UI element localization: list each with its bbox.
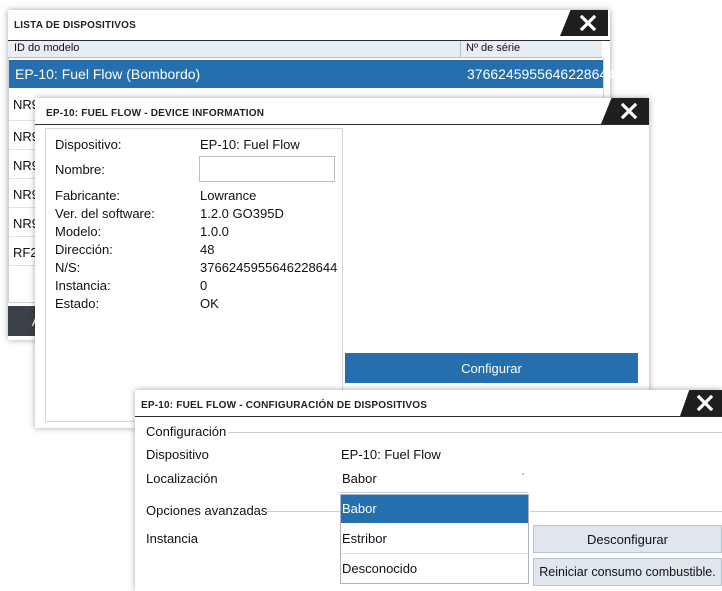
software-label: Ver. del software: bbox=[55, 206, 155, 221]
configure-button[interactable]: Configurar bbox=[345, 353, 638, 383]
device-list-close-button[interactable] bbox=[560, 10, 608, 36]
software-value: 1.2.0 GO395D bbox=[200, 206, 284, 221]
dropdown-option-babor[interactable]: Babor bbox=[341, 495, 528, 523]
unconfigure-button-label: Desconfigurar bbox=[587, 531, 668, 547]
table-row[interactable]: EP-10: Fuel Flow (Bombordo) 376624595564… bbox=[9, 60, 615, 88]
location-select-value: Babor bbox=[342, 471, 377, 486]
instance-value: 0 bbox=[200, 278, 208, 293]
column-header-model[interactable]: ID do modelo bbox=[14, 42, 79, 54]
model-value: 1.0.0 bbox=[200, 224, 229, 239]
close-icon bbox=[697, 395, 713, 411]
address-value: 48 bbox=[200, 242, 215, 257]
column-header-serial[interactable]: Nº de série bbox=[466, 42, 520, 54]
address-label: Dirección: bbox=[55, 242, 113, 257]
device-list-title: LISTA DE DISPOSITIVOS bbox=[14, 20, 136, 31]
name-label: Nombre: bbox=[55, 162, 105, 177]
device-info-title: EP-10: FUEL FLOW - DEVICE INFORMATION bbox=[46, 108, 265, 119]
row-model: EP-10: Fuel Flow (Bombordo) bbox=[15, 66, 201, 82]
config-device-label: Dispositivo bbox=[146, 447, 209, 462]
configure-button-label: Configurar bbox=[461, 360, 522, 376]
name-input[interactable] bbox=[199, 156, 335, 182]
instance-label-config: Instancia bbox=[146, 531, 199, 546]
instance-label: Instancia: bbox=[55, 278, 111, 293]
serial-value: 3766245955646228644 bbox=[200, 260, 338, 275]
device-info-close-button[interactable] bbox=[601, 98, 649, 124]
status-value: OK bbox=[200, 296, 219, 311]
reset-fuel-button-label: Reiniciar consumo combustible. bbox=[539, 565, 716, 579]
status-label: Estado: bbox=[55, 296, 100, 311]
close-icon bbox=[580, 15, 596, 31]
unconfigure-button[interactable]: Desconfigurar bbox=[533, 525, 722, 553]
location-dropdown-list: Babor Estribor Desconocido bbox=[340, 494, 529, 584]
dropdown-option-desconocido[interactable]: Desconocido bbox=[341, 554, 528, 583]
serial-label: N/S: bbox=[55, 260, 81, 275]
location-select[interactable]: Babor · bbox=[340, 464, 528, 493]
close-icon bbox=[621, 103, 637, 119]
device-label: Dispositivo: bbox=[55, 137, 122, 152]
device-value: EP-10: Fuel Flow bbox=[200, 137, 300, 152]
reset-fuel-button[interactable]: Reiniciar consumo combustible. bbox=[533, 558, 722, 586]
device-info-dialog: EP-10: FUEL FLOW - DEVICE INFORMATION Di… bbox=[35, 98, 649, 428]
config-device-value: EP-10: Fuel Flow bbox=[341, 447, 441, 462]
row-serial: 3766245955646228644 bbox=[467, 66, 615, 82]
config-section-title: Configuración bbox=[146, 424, 227, 439]
config-dialog: EP-10: FUEL FLOW - CONFIGURACIÓN DE DISP… bbox=[135, 390, 722, 591]
advanced-section-title: Opciones avanzadas bbox=[146, 503, 268, 518]
location-label: Localización bbox=[146, 471, 218, 486]
config-title: EP-10: FUEL FLOW - CONFIGURACIÓN DE DISP… bbox=[141, 400, 428, 411]
chevron-down-icon: · bbox=[521, 468, 525, 480]
config-close-button[interactable] bbox=[680, 390, 722, 416]
manufacturer-value: Lowrance bbox=[200, 188, 257, 203]
dropdown-option-estribor[interactable]: Estribor bbox=[341, 524, 528, 554]
manufacturer-label: Fabricante: bbox=[55, 188, 121, 203]
table-header-row: ID do modelo Nº de série bbox=[8, 41, 602, 58]
model-label: Modelo: bbox=[55, 224, 102, 239]
